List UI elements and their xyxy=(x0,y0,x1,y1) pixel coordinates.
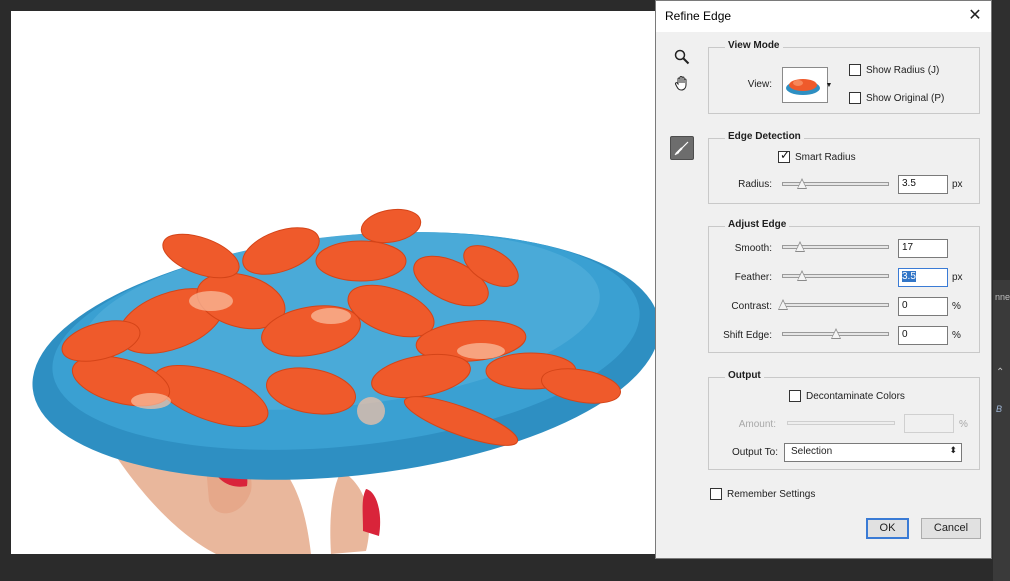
feather-slider-thumb[interactable] xyxy=(797,270,807,281)
hand-tool-icon[interactable] xyxy=(670,71,694,95)
contrast-slider-thumb[interactable] xyxy=(778,299,788,310)
smooth-slider[interactable] xyxy=(782,241,889,253)
refine-edge-dialog: Refine Edge ✕ View Mode View: ▼ Show Rad… xyxy=(655,0,992,559)
edge-detection-title: Edge Detection xyxy=(725,131,804,142)
refine-radius-tool-icon[interactable] xyxy=(670,136,694,160)
radius-slider[interactable] xyxy=(782,178,889,190)
show-radius-checkbox[interactable]: Show Radius (J) xyxy=(849,64,939,76)
dropdown-arrows-icon: ⬍ xyxy=(949,445,957,455)
feather-input[interactable]: 3.5 xyxy=(898,268,948,287)
radius-label: Radius: xyxy=(738,179,772,190)
shift-edge-slider-thumb[interactable] xyxy=(831,328,841,339)
smooth-slider-thumb[interactable] xyxy=(795,241,805,252)
dialog-titlebar[interactable]: Refine Edge ✕ xyxy=(656,1,991,32)
document-image[interactable] xyxy=(11,11,655,554)
radius-slider-thumb[interactable] xyxy=(797,178,807,189)
output-to-label: Output To: xyxy=(732,447,778,458)
view-label: View: xyxy=(747,79,772,90)
close-icon[interactable]: ✕ xyxy=(965,6,985,26)
decontaminate-colors-checkbox[interactable]: Decontaminate Colors xyxy=(789,390,905,402)
view-mode-thumbnail[interactable] xyxy=(782,67,828,103)
view-mode-title: View Mode xyxy=(725,40,783,51)
feather-label: Feather: xyxy=(734,272,772,283)
ok-button[interactable]: OK xyxy=(866,518,909,539)
contrast-slider[interactable] xyxy=(778,299,889,311)
smooth-input[interactable]: 17 xyxy=(898,239,948,258)
radius-input[interactable]: 3.5 xyxy=(898,175,948,194)
shift-edge-input[interactable]: 0 xyxy=(898,326,948,345)
cancel-button[interactable]: Cancel xyxy=(921,518,981,539)
output-title: Output xyxy=(725,370,764,381)
contrast-input[interactable]: 0 xyxy=(898,297,948,316)
panel-label: nne xyxy=(995,292,1010,302)
smooth-label: Smooth: xyxy=(734,243,772,254)
chevron-down-icon[interactable]: ▼ xyxy=(824,67,834,103)
feather-unit: px xyxy=(952,272,963,283)
dialog-title: Refine Edge xyxy=(665,9,732,23)
amount-slider xyxy=(787,417,895,429)
amount-label: Amount: xyxy=(738,419,776,430)
right-panel-strip: nne ⌃ B xyxy=(993,0,1010,581)
smart-radius-checkbox[interactable]: ✓ Smart Radius xyxy=(778,149,856,163)
shift-edge-label: Shift Edge: xyxy=(723,330,772,341)
chevron-icon[interactable]: ⌃ xyxy=(996,367,1004,378)
layer-label: B xyxy=(996,404,1003,414)
adjust-edge-title: Adjust Edge xyxy=(725,219,790,230)
shift-edge-unit: % xyxy=(952,330,961,341)
shrimp-plate-image xyxy=(32,208,655,554)
show-original-checkbox[interactable]: Show Original (P) xyxy=(849,92,944,104)
shift-edge-slider[interactable] xyxy=(782,328,889,340)
feather-slider[interactable] xyxy=(782,270,889,282)
zoom-tool-icon[interactable] xyxy=(670,45,694,69)
contrast-unit: % xyxy=(952,301,961,312)
contrast-label: Contrast: xyxy=(731,301,772,312)
amount-unit: % xyxy=(959,419,968,430)
remember-settings-checkbox[interactable]: Remember Settings xyxy=(710,488,815,500)
output-to-select[interactable]: Selection ⬍ xyxy=(784,443,962,462)
amount-input xyxy=(904,414,954,433)
radius-unit: px xyxy=(952,179,963,190)
edge-detection-group: Edge Detection xyxy=(708,131,980,204)
